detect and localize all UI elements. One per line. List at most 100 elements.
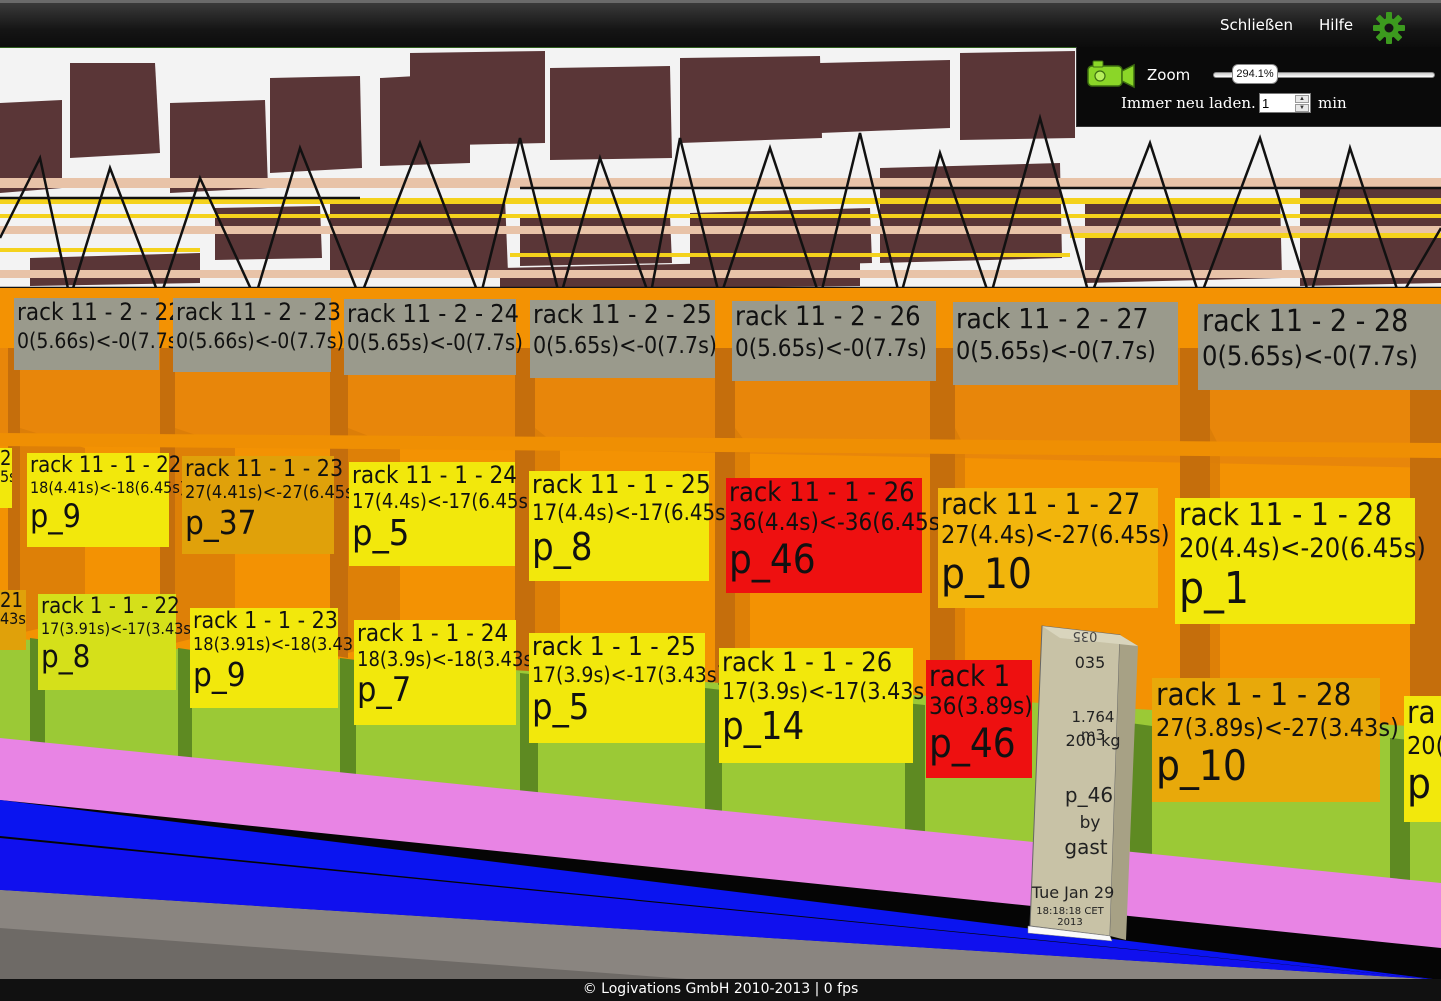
spin-down-button[interactable]: ▼ bbox=[1295, 104, 1309, 112]
rack-stat: 36(4.4s)<-36(6.45s) bbox=[729, 508, 949, 537]
rack-label: rack 1 - 1 - 28 27(3.89s)<-27(3.43s) p_1… bbox=[1152, 677, 1399, 802]
rack-name: rack 11 - 1 - 25 bbox=[532, 470, 711, 500]
rack-stat: 27(4.41s)<-27(6.45s) bbox=[185, 482, 360, 504]
reload-unit-label: min bbox=[1318, 94, 1347, 112]
product-id: p_8 bbox=[41, 638, 91, 675]
rack-label: rack 11 - 1 - 26 36(4.4s)<-36(6.45s) p_4… bbox=[726, 477, 949, 593]
rack-name: ra bbox=[1407, 696, 1436, 731]
rack-label: rack 11 - 1 - 27 27(4.4s)<-27(6.45s) p_1… bbox=[938, 487, 1170, 608]
product-id: p_10 bbox=[1156, 740, 1247, 790]
pallet-code: 035 bbox=[1074, 653, 1106, 672]
pallet-user: gast bbox=[1064, 835, 1108, 859]
rack-stat: 27(3.89s)<-27(3.43s) bbox=[1156, 712, 1399, 742]
help-menu-item[interactable]: Hilfe bbox=[1319, 16, 1353, 34]
rack-stat: 36(3.89s)< bbox=[929, 692, 1032, 721]
rack-label: rack 11 - 2 - 27 0(5.65s)<-0(7.7s) bbox=[953, 302, 1178, 385]
rack-stat: 27(4.4s)<-27(6.45s) bbox=[941, 520, 1170, 550]
rack-name: rack 11 - 1 - 26 bbox=[729, 477, 915, 508]
rack-name: rack 11 - 2 - 22 bbox=[17, 298, 183, 326]
rack-label: rack 11 - 2 - 28 0(5.65s)<-0(7.7s) bbox=[1198, 304, 1441, 390]
rack-stat: 43s bbox=[0, 609, 26, 628]
rack-label: rack 11 - 2 - 25 0(5.65s)<-0(7.7s) bbox=[530, 300, 717, 378]
rack-stat: 18(4.41s)<-18(6.45s) bbox=[30, 478, 186, 498]
rack-stat: 0(5.66s)<-0(7.7s) bbox=[176, 329, 344, 354]
rack-name: rack 11 - 1 - 24 bbox=[352, 461, 518, 489]
rack-name: rack 11 - 2 - 25 bbox=[533, 300, 712, 330]
rack-name: rack 1 - 1 - 23 bbox=[193, 608, 338, 634]
rack-stat: 0(5.65s)<-0(7.7s) bbox=[347, 331, 523, 357]
rack-name: rack 11 - 1 - 22 bbox=[30, 453, 182, 478]
rack-stat: 0(5.65s)<-0(7.7s) bbox=[1202, 340, 1418, 372]
product-id: p_14 bbox=[722, 704, 805, 749]
rack-name: rack 11 - 2 - 28 bbox=[1202, 304, 1409, 339]
rack-name: rack 1 bbox=[929, 660, 1011, 693]
rack-stat: 17(3.9s)<-17(3.43s) bbox=[722, 679, 933, 706]
rack-label: rack 1 - 1 - 26 17(3.9s)<-17(3.43s) p_14 bbox=[719, 647, 933, 763]
rack-label: rack 1 - 1 - 25 17(3.9s)<-17(3.43s) p_5 bbox=[529, 632, 724, 743]
rack-name: rack 1 - 1 - 24 bbox=[357, 619, 509, 647]
rack-label: rack 1 36(3.89s)< p_46 bbox=[926, 660, 1032, 778]
rack-name: rack 11 - 1 - 27 bbox=[941, 487, 1141, 521]
rack-name: 21 bbox=[0, 590, 23, 612]
view-controls-panel: Zoom 294.1% Immer neu laden. ▲ ▼ min bbox=[1076, 47, 1441, 127]
zoom-slider-handle[interactable]: 294.1% bbox=[1232, 64, 1278, 84]
rack-name: rack 1 - 1 - 28 bbox=[1156, 677, 1352, 713]
close-menu-item[interactable]: Schließen bbox=[1220, 16, 1293, 34]
product-id: p_10 bbox=[941, 548, 1032, 598]
product-id: p_37 bbox=[185, 503, 257, 543]
spin-up-button[interactable]: ▲ bbox=[1295, 95, 1309, 103]
rack-name: rack 11 - 2 - 24 bbox=[347, 299, 519, 328]
pallet-top-code: 035 bbox=[1072, 628, 1098, 643]
rack-stat: 5s bbox=[0, 467, 12, 486]
rack-name: rack 1 - 1 - 22 bbox=[41, 594, 180, 619]
product-id: p_46 bbox=[729, 536, 816, 583]
pallet-timestamp: 18:18:18 CET 2013 bbox=[1036, 906, 1104, 928]
product-id: p_1 bbox=[1179, 562, 1250, 614]
rack-label-partial: ra 20( p bbox=[1404, 696, 1441, 822]
rack-label: rack 11 - 1 - 22 18(4.41s)<-18(6.45s) p_… bbox=[27, 453, 186, 547]
auto-reload-label: Immer neu laden. bbox=[1121, 94, 1256, 112]
rack-stat: 0(5.65s)<-0(7.7s) bbox=[735, 334, 927, 363]
rack-label: rack 11 - 2 - 26 0(5.65s)<-0(7.7s) bbox=[732, 301, 936, 381]
rack-label: rack 11 - 1 - 24 17(4.4s)<-17(6.45s) p_5 bbox=[349, 461, 535, 566]
pallet-by: by bbox=[1079, 813, 1101, 833]
rack-label: rack 11 - 1 - 23 27(4.41s)<-27(6.45s) p_… bbox=[182, 456, 360, 554]
rack-label: rack 11 - 2 - 24 0(5.65s)<-0(7.7s) bbox=[344, 299, 523, 375]
rack-name: 2 bbox=[0, 448, 12, 470]
rack-name: rack 11 - 2 - 27 bbox=[956, 302, 1149, 335]
rack-label: rack 11 - 1 - 25 17(4.4s)<-17(6.45s) p_8 bbox=[529, 470, 733, 581]
pallet-weight: 200 kg bbox=[1065, 731, 1121, 750]
reload-interval-input[interactable] bbox=[1262, 95, 1294, 111]
rack-label-partial: 21 43s bbox=[0, 590, 26, 650]
rack-name: rack 11 - 1 - 28 bbox=[1179, 497, 1393, 533]
camera-icon[interactable] bbox=[1085, 57, 1137, 91]
footer-status: © Logivations GmbH 2010-2013 | 0 fps bbox=[0, 979, 1441, 1001]
rack-stat: 17(3.91s)<-17(3.43s) bbox=[41, 619, 197, 639]
product-id: p_8 bbox=[532, 525, 593, 570]
rack-stat: 18(3.9s)<-18(3.43s) bbox=[357, 647, 540, 672]
gear-icon[interactable] bbox=[1372, 11, 1406, 45]
product-id: p_5 bbox=[532, 687, 590, 729]
product-id: p_46 bbox=[929, 720, 1016, 767]
rack-label: rack 1 - 1 - 24 18(3.9s)<-18(3.43s) p_7 bbox=[354, 619, 540, 725]
rack-label: rack 1 - 1 - 22 17(3.91s)<-17(3.43s) p_8 bbox=[38, 594, 197, 690]
warehouse-3d-view[interactable]: rack 11 - 2 - 22 0(5.66s)<-0(7.7s) rack … bbox=[0, 47, 1441, 979]
reload-interval-spinner[interactable]: ▲ ▼ bbox=[1259, 93, 1311, 113]
zoom-label: Zoom bbox=[1147, 66, 1191, 84]
product-id: p_9 bbox=[30, 496, 81, 535]
rack-label: rack 1 - 1 - 23 18(3.91s)<-18(3.43s) p_9 bbox=[190, 608, 368, 708]
rack-name: rack 11 - 1 - 23 bbox=[185, 456, 344, 482]
rack-stat: 20(4.4s)<-20(6.45s) bbox=[1179, 532, 1426, 564]
pallet-product: p_46 bbox=[1064, 783, 1114, 807]
product-id: p_7 bbox=[357, 670, 412, 711]
rack-label-partial: 2 5s bbox=[0, 448, 12, 508]
rack-label: rack 11 - 1 - 28 20(4.4s)<-20(6.45s) p_1 bbox=[1175, 497, 1426, 624]
rack-stat: 0(5.66s)<-0(7.7s) bbox=[17, 329, 185, 354]
rack-stat: 17(3.9s)<-17(3.43s) bbox=[532, 663, 724, 688]
rack-stat: 17(4.4s)<-17(6.45s) bbox=[352, 489, 535, 514]
rack-name: rack 1 - 1 - 25 bbox=[532, 632, 696, 662]
rack-name: rack 1 - 1 - 26 bbox=[722, 647, 893, 678]
rack-stat: 18(3.91s)<-18(3.43s) bbox=[193, 634, 368, 656]
rack-stat: 20( bbox=[1407, 730, 1441, 760]
rack-name: rack 11 - 2 - 23 bbox=[176, 298, 342, 326]
